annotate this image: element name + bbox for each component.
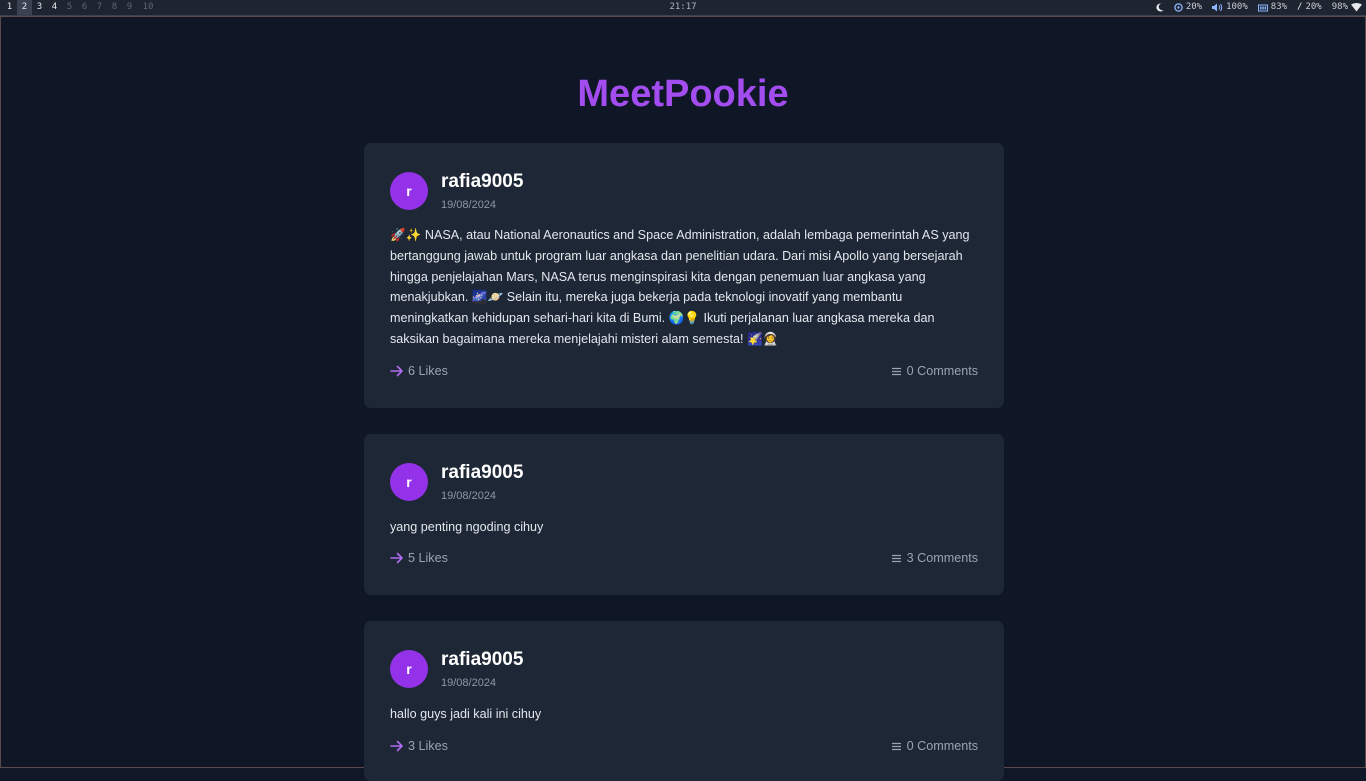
comments-icon — [891, 554, 901, 562]
memory-value: 83% — [1270, 2, 1288, 12]
night-mode-indicator[interactable] — [1156, 0, 1164, 15]
comments-icon — [891, 742, 901, 750]
like-count: 5 Likes — [408, 551, 448, 565]
post-username[interactable]: rafia9005 — [441, 462, 523, 484]
memory-indicator[interactable]: 83% — [1257, 0, 1288, 15]
slash-icon: / — [1297, 2, 1303, 12]
comment-count: 0 Comments — [906, 364, 978, 378]
post-date: 19/08/2024 — [441, 199, 497, 211]
post-card: r rafia9005 19/08/2024 yang penting ngod… — [364, 434, 1004, 595]
cpu-indicator[interactable]: 20% — [1174, 0, 1202, 15]
cpu-icon — [1174, 3, 1183, 12]
volume-value: 100% — [1226, 2, 1248, 12]
app-window: MeetPookie r rafia9005 19/08/2024 🚀✨ NAS… — [0, 16, 1366, 781]
speaker-icon — [1212, 3, 1223, 12]
post-card: r rafia9005 19/08/2024 🚀✨ NASA, atau Nat… — [364, 143, 1004, 408]
like-count: 3 Likes — [408, 739, 448, 753]
disk-value: 20% — [1305, 2, 1322, 12]
battery-value: 98% — [1331, 2, 1348, 12]
wifi-icon — [1351, 3, 1362, 12]
like-button[interactable]: 5 Likes — [390, 551, 448, 565]
post-body: yang penting ngoding cihuy — [390, 520, 544, 534]
cpu-value: 20% — [1185, 2, 1203, 12]
post-username[interactable]: rafia9005 — [441, 171, 523, 193]
comments-icon — [891, 367, 901, 375]
moon-icon — [1156, 3, 1164, 12]
post-username[interactable]: rafia9005 — [441, 649, 523, 671]
like-button[interactable]: 3 Likes — [390, 739, 448, 753]
page-title: MeetPookie — [577, 73, 789, 115]
arrow-right-icon — [390, 740, 403, 752]
post-date: 19/08/2024 — [441, 490, 497, 502]
avatar[interactable]: r — [390, 650, 428, 688]
arrow-right-icon — [390, 552, 403, 564]
comment-count: 0 Comments — [906, 739, 978, 753]
comment-count: 3 Comments — [906, 551, 978, 565]
volume-indicator[interactable]: 100% — [1212, 0, 1248, 15]
post-date: 19/08/2024 — [441, 677, 497, 689]
arrow-right-icon — [390, 365, 403, 377]
comments-button[interactable]: 0 Comments — [891, 739, 978, 753]
status-bar: 1 2 3 4 5 6 7 8 9 10 21:17 20% 100% 83% … — [0, 0, 1366, 16]
disk-indicator[interactable]: / 20% — [1297, 0, 1322, 15]
avatar[interactable]: r — [390, 172, 428, 210]
battery-indicator[interactable]: 98% — [1332, 0, 1362, 15]
post-body: hallo guys jadi kali ini cihuy — [390, 707, 542, 721]
system-tray: 20% 100% 83% / 20% 98% — [1156, 0, 1362, 15]
post-body: 🚀✨ NASA, atau National Aeronautics and S… — [390, 228, 970, 346]
memory-icon — [1257, 4, 1268, 11]
post-card: r rafia9005 19/08/2024 hallo guys jadi k… — [364, 621, 1004, 781]
comments-button[interactable]: 0 Comments — [891, 364, 978, 378]
comments-button[interactable]: 3 Comments — [891, 551, 978, 565]
avatar[interactable]: r — [390, 463, 428, 501]
like-button[interactable]: 6 Likes — [390, 364, 448, 378]
like-count: 6 Likes — [408, 364, 448, 378]
